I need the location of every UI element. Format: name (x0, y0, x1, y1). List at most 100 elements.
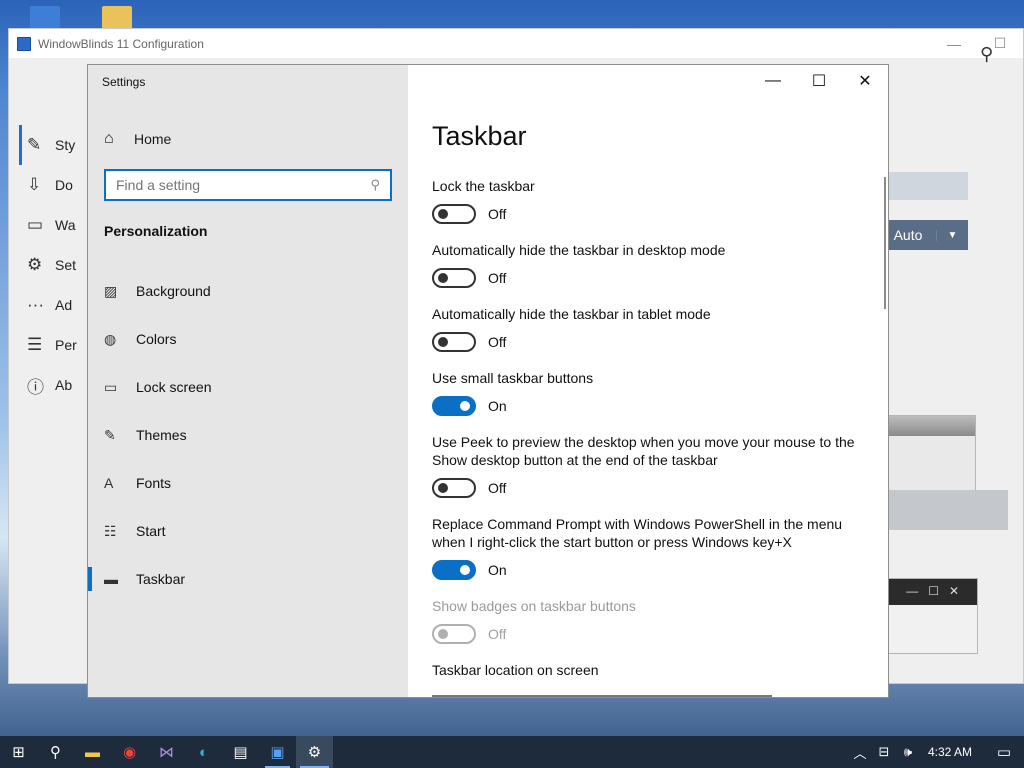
close-button[interactable]: ✕ (842, 65, 888, 97)
picture-icon: ▨ (104, 282, 118, 299)
setting-label: Lock the taskbar (432, 178, 535, 194)
brush-icon: ✎ (27, 135, 42, 154)
setting-label: Show badges on taskbar buttons (432, 598, 636, 614)
setting-label: Taskbar location on screen (432, 662, 599, 678)
maximize-button[interactable]: ☐ (796, 65, 842, 97)
start-button[interactable]: ⊞ (0, 736, 37, 768)
setting-label: Use small taskbar buttons (432, 370, 594, 386)
lock-taskbar-toggle[interactable] (432, 204, 476, 224)
wb-preview-strip (880, 490, 1008, 530)
home-label: Home (134, 131, 172, 147)
edge-button[interactable]: ◐ (185, 736, 222, 768)
windows-logo-icon: ⊞ (12, 744, 25, 761)
powershell-toggle[interactable] (432, 560, 476, 580)
setting-label: Automatically hide the taskbar in tablet… (432, 306, 711, 322)
file-explorer-button[interactable]: ▬ (74, 736, 111, 768)
badges-toggle (432, 624, 476, 644)
autohide-tablet-toggle[interactable] (432, 332, 476, 352)
taskbar-location-dropdown[interactable] (432, 695, 772, 697)
peek-toggle[interactable] (432, 478, 476, 498)
setting-location: Taskbar location on screen (432, 661, 864, 679)
settings-search-box[interactable]: ⚲ (104, 169, 392, 201)
windowblinds-icon: ▣ (270, 744, 285, 761)
wb-preview-window-b: —☐✕ (880, 578, 978, 654)
preview-titlebar-dark: —☐✕ (881, 579, 977, 605)
setting-powershell: Replace Command Prompt with Windows Powe… (432, 515, 864, 580)
list-icon: ☰ (27, 335, 43, 354)
toggle-state: Off (488, 206, 507, 222)
setting-autohide-tablet: Automatically hide the taskbar in tablet… (432, 305, 864, 352)
wb-window-title: WindowBlinds 11 Configuration (38, 36, 204, 51)
setting-label: Use Peek to preview the desktop when you… (432, 434, 855, 468)
visual-studio-icon: ⋈ (159, 744, 174, 761)
settings-window: Settings ⌂ Home ⚲ Personalization ▨Backg… (87, 64, 889, 698)
search-button[interactable]: ⚲ (37, 736, 74, 768)
settings-taskbar-button[interactable]: ⚙ (296, 736, 333, 768)
nav-item-colors[interactable]: ◍ Colors (88, 315, 408, 363)
notification-icon[interactable]: ▭ (984, 743, 1024, 761)
minimize-button[interactable]: — (750, 65, 796, 97)
windowblinds-app-icon (17, 36, 31, 51)
chevron-up-icon[interactable]: ︿ (848, 743, 872, 762)
small-buttons-toggle[interactable] (432, 396, 476, 416)
setting-label: Replace Command Prompt with Windows Powe… (432, 516, 843, 550)
search-icon: ⚲ (50, 744, 61, 761)
edge-icon: ◐ (198, 743, 209, 761)
toggle-state: Off (488, 270, 507, 286)
setting-badges: Show badges on taskbar buttons Off (432, 597, 864, 644)
taskbar-icon: ▬ (104, 571, 118, 587)
info-icon: ⓘ (27, 377, 44, 397)
scrollbar[interactable] (884, 177, 886, 309)
toggle-state: On (488, 398, 507, 414)
folder-icon: ▬ (85, 743, 100, 761)
page-title: Taskbar (432, 121, 527, 151)
volume-icon[interactable]: 🕪 (896, 744, 920, 760)
toggle-state: On (488, 562, 507, 578)
window-controls: — ☐ ✕ (750, 65, 888, 97)
gear-icon: ⚙ (27, 255, 43, 274)
wb-auto-dropdown[interactable]: Auto ▼ (880, 220, 968, 250)
setting-peek: Use Peek to preview the desktop when you… (432, 433, 864, 498)
system-tray: ︿ ⊟ 🕪 4:32 AM ▭ (848, 743, 1024, 762)
visual-studio-button[interactable]: ⋈ (148, 736, 185, 768)
wb-side-item-style[interactable]: ✎ Sty (19, 125, 97, 165)
nav-item-background[interactable]: ▨ Background (88, 267, 408, 315)
chrome-button[interactable]: ◉ (111, 736, 148, 768)
setting-autohide-desktop: Automatically hide the taskbar in deskto… (432, 241, 864, 288)
notepad-button[interactable]: ▤ (222, 736, 259, 768)
windowblinds-taskbar-button[interactable]: ▣ (259, 736, 296, 768)
search-icon: ⚲ (370, 177, 380, 192)
toggle-state: Off (488, 480, 507, 496)
wb-search-icon[interactable]: ⚲ (980, 44, 993, 65)
toggle-state: Off (488, 626, 507, 642)
setting-lock-taskbar: Lock the taskbar Off (432, 177, 864, 224)
home-icon: ⌂ (104, 130, 114, 147)
home-link[interactable]: ⌂ Home (104, 127, 171, 151)
nav-item-start[interactable]: ☷ Start (88, 507, 408, 555)
wb-minimize-button[interactable]: — (931, 36, 977, 52)
preview-titlebar (881, 416, 975, 436)
nav-item-fonts[interactable]: A Fonts (88, 459, 408, 507)
search-input[interactable] (116, 177, 371, 193)
setting-label: Automatically hide the taskbar in deskto… (432, 242, 726, 258)
network-icon[interactable]: ⊟ (872, 744, 896, 760)
start-icon: ☷ (104, 522, 117, 539)
nav-item-taskbar[interactable]: ▬ Taskbar (88, 555, 408, 603)
autohide-desktop-toggle[interactable] (432, 268, 476, 288)
themes-icon: ✎ (104, 426, 116, 443)
download-icon: ⇩ (27, 175, 42, 194)
nav-item-themes[interactable]: ✎ Themes (88, 411, 408, 459)
lock-screen-icon: ▭ (104, 378, 118, 395)
section-heading: Personalization (104, 223, 208, 239)
toggle-state: Off (488, 334, 507, 350)
desktop-folder-icon[interactable] (102, 6, 132, 30)
personalization-nav-list: ▨ Background ◍ Colors ▭ Lock screen ✎ Themes… (88, 267, 408, 603)
more-icon: ··· (27, 295, 44, 314)
nav-item-lock-screen[interactable]: ▭ Lock screen (88, 363, 408, 411)
taskbar-settings-page: — ☐ ✕ Taskbar Lock the taskbar Off Autom… (408, 65, 888, 697)
settings-nav-pane: Settings ⌂ Home ⚲ Personalization ▨Backg… (88, 65, 408, 697)
clock[interactable]: 4:32 AM (928, 745, 972, 759)
windows-taskbar: ⊞ ⚲ ▬ ◉ ⋈ ◐ ▤ ▣ ⚙ ︿ ⊟ 🕪 4:32 AM ▭ (0, 736, 1024, 768)
desktop-icon[interactable] (30, 6, 60, 30)
chrome-icon: ◉ (122, 744, 137, 761)
